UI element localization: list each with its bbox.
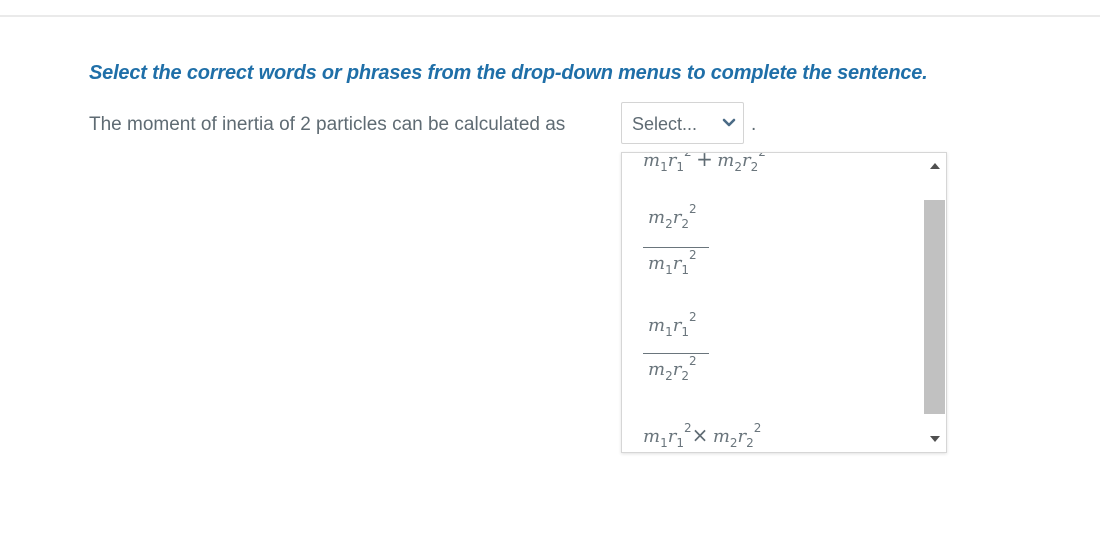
answer-select[interactable]: Select... (621, 102, 744, 144)
select-placeholder: Select... (632, 114, 698, 134)
scrollbar-thumb[interactable] (924, 200, 945, 414)
top-divider (0, 15, 1100, 17)
fraction-bar (643, 247, 709, 248)
option-m1r1sq-plus-m2r2sq[interactable]: m1r12 + m2r22 (643, 152, 943, 183)
scroll-down-arrow-icon[interactable] (930, 436, 940, 442)
plus-sign: + (696, 152, 713, 171)
scroll-up-arrow-icon[interactable] (930, 163, 940, 169)
option-m1r1sq-over-m2r2sq[interactable]: m1r12 m2r22 (622, 310, 922, 393)
dropdown-list[interactable]: m1r12 + m2r22 m2r22 m1r12 m1r12 m2r22 m1… (621, 152, 947, 453)
sentence-period: . (751, 114, 757, 135)
fraction-bar (643, 353, 709, 354)
chevron-down-icon (722, 118, 736, 127)
times-sign: × (691, 423, 709, 447)
option-m1r1sq-times-m2r2sq[interactable]: m1r12× m2r22 (643, 421, 943, 452)
question-sentence: The moment of inertia of 2 particles can… (89, 114, 566, 135)
option-m2r2sq-over-m1r1sq[interactable]: m2r22 m1r12 (622, 202, 922, 285)
instruction-heading: Select the correct words or phrases from… (89, 62, 928, 84)
